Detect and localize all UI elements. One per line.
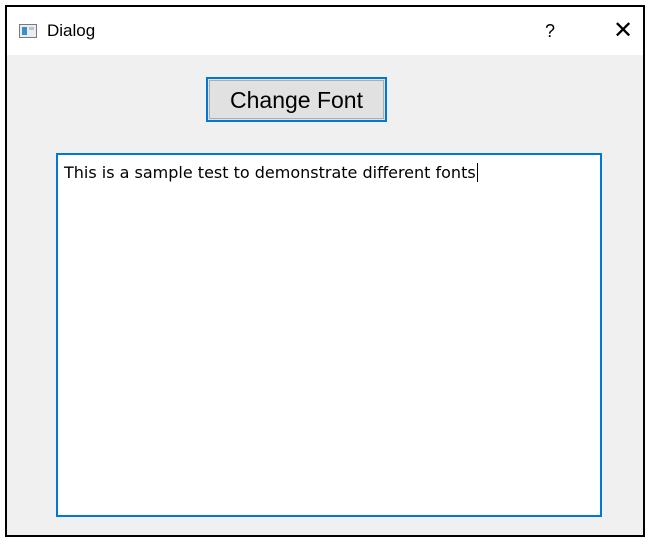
window-title: Dialog <box>47 21 96 40</box>
close-icon[interactable]: ✕ <box>607 16 639 46</box>
change-font-button-label: Change Font <box>230 86 363 113</box>
title-bar: Dialog ? ✕ <box>7 7 643 55</box>
change-font-button[interactable]: Change Font <box>206 77 387 122</box>
text-caret <box>476 163 478 182</box>
app-icon <box>19 24 37 38</box>
dialog-window: Dialog ? ✕ Change Font This is a sample … <box>5 5 645 537</box>
help-button[interactable]: ? <box>537 16 563 46</box>
text-edit-content: This is a sample test to demonstrate dif… <box>64 163 476 182</box>
text-edit-area[interactable]: This is a sample test to demonstrate dif… <box>56 153 602 517</box>
